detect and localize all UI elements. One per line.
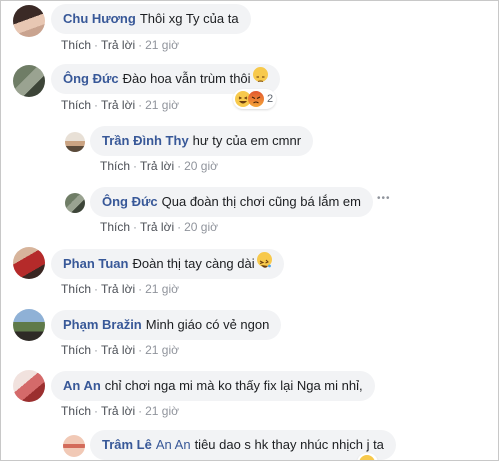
comment-time[interactable]: 21 giờ — [145, 282, 179, 296]
comment-text: chỉ chơi nga mi mà ko thấy fix lại Nga m… — [104, 378, 363, 393]
comment-time[interactable]: 21 giờ — [145, 38, 179, 52]
comment-text: hư ty của em cmnr — [192, 133, 302, 148]
avatar[interactable] — [65, 132, 85, 152]
like-link[interactable]: Thích — [100, 159, 130, 173]
avatar[interactable] — [13, 309, 45, 341]
avatar[interactable] — [63, 435, 85, 457]
comment-bubble: Chu Hương Thôi xg Ty của ta — [51, 4, 251, 34]
comment-author[interactable]: Ông Đức — [63, 71, 119, 86]
comment-text: Minh giáo có vẻ ngon — [145, 317, 270, 332]
angry-reaction-icon — [248, 91, 264, 107]
comment-text: Qua đoàn thị chơi cũng bá lắm em — [161, 194, 361, 209]
rofl-emoji-icon — [256, 252, 272, 268]
unamused-emoji-icon — [252, 67, 268, 83]
like-link[interactable]: Thích — [61, 38, 91, 52]
comment-time[interactable]: 21 giờ — [145, 404, 179, 418]
reply-link[interactable]: Trả lời — [140, 159, 174, 173]
comment-actions: Thích · Trả lời · 21 giờ — [61, 282, 179, 296]
like-link[interactable]: Thích — [100, 220, 130, 234]
comment-bubble: Phan Tuan Đoàn thị tay càng dài — [51, 249, 284, 279]
avatar[interactable] — [65, 193, 85, 213]
comment-time[interactable]: 21 giờ — [145, 343, 179, 357]
mention-tag[interactable]: An An — [156, 437, 191, 452]
comment-author[interactable]: An An — [63, 378, 101, 393]
comment-time[interactable]: 20 giờ — [184, 159, 218, 173]
avatar[interactable] — [13, 247, 45, 279]
comment-bubble: Trần Đình Thy hư ty của em cmnr — [90, 126, 314, 156]
like-link[interactable]: Thích — [61, 404, 91, 418]
comment-actions: Thích · Trả lời · 20 giờ — [100, 220, 218, 234]
comment-text: Đào hoa vẫn trùm thôi — [122, 71, 251, 86]
more-options-icon[interactable]: ••• — [377, 193, 391, 204]
comment-actions: Thích · Trả lời · 20 giờ — [100, 159, 218, 173]
comment-time[interactable]: 20 giờ — [184, 220, 218, 234]
reply-link[interactable]: Trả lời — [101, 404, 135, 418]
avatar[interactable] — [13, 5, 45, 37]
reply-link[interactable]: Trả lời — [101, 38, 135, 52]
avatar[interactable] — [13, 65, 45, 97]
comment-bubble: Ông Đức Qua đoàn thị chơi cũng bá lắm em — [90, 187, 373, 217]
reply-link[interactable]: Trả lời — [101, 343, 135, 357]
comment-thread: Chu Hương Thôi xg Ty của ta Thích · Trả lời… — [0, 0, 499, 461]
comment-actions: Thích · Trả lời · 21 giờ — [61, 404, 179, 418]
reply-link[interactable]: Trả lời — [140, 220, 174, 234]
reply-link[interactable]: Trả lời — [101, 98, 135, 112]
comment-author[interactable]: Ông Đức — [102, 194, 158, 209]
reaction-count: 2 — [267, 93, 274, 105]
comment-time[interactable]: 21 giờ — [145, 98, 179, 112]
comment-author[interactable]: Phạm Bražin — [63, 317, 142, 332]
comment-bubble: Phạm Bražin Minh giáo có vẻ ngon — [51, 310, 282, 340]
haha-reaction-icon — [359, 455, 375, 460]
comment-text: tiêu dao s hk thay nhúc nhịch j ta — [194, 437, 384, 452]
comment-actions: Thích · Trả lời · 21 giờ — [61, 38, 179, 52]
avatar[interactable] — [13, 370, 45, 402]
reply-link[interactable]: Trả lời — [101, 282, 135, 296]
comment-bubble: An An chỉ chơi nga mi mà ko thấy fix lại … — [51, 371, 375, 401]
comment-author[interactable]: Trâm Lê — [102, 437, 152, 452]
comment-actions: Thích · Trả lời · 21 giờ — [61, 98, 179, 112]
reaction-summary[interactable]: 2 — [233, 89, 277, 109]
comment-text: Thôi xg Ty của ta — [139, 11, 239, 26]
like-link[interactable]: Thích — [61, 282, 91, 296]
comment-bubble: Trâm Lê An An tiêu dao s hk thay nhúc nhịc… — [90, 430, 396, 460]
comment-author[interactable]: Chu Hương — [63, 11, 136, 26]
like-link[interactable]: Thích — [61, 98, 91, 112]
comment-author[interactable]: Trần Đình Thy — [102, 133, 189, 148]
like-link[interactable]: Thích — [61, 343, 91, 357]
comment-author[interactable]: Phan Tuan — [63, 256, 128, 271]
comment-text: Đoàn thị tay càng dài — [132, 256, 255, 271]
comment-actions: Thích · Trả lời · 21 giờ — [61, 343, 179, 357]
